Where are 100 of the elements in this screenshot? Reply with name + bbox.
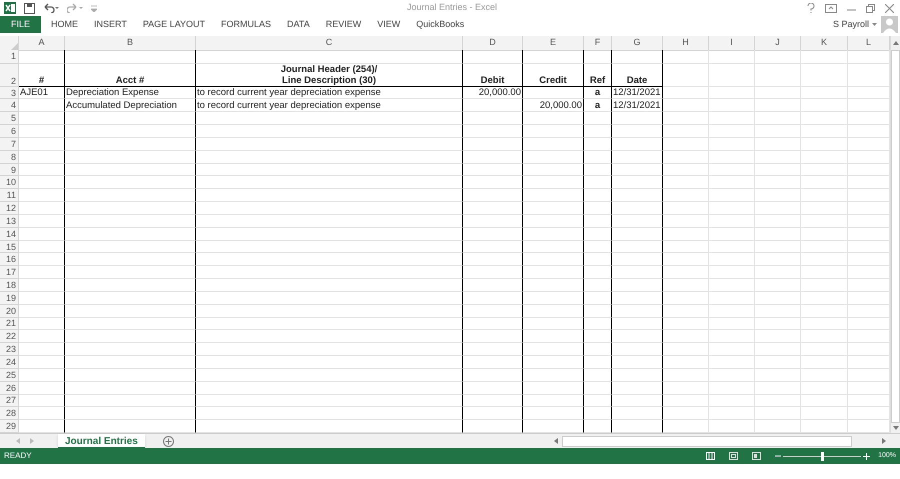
undo-icon[interactable] bbox=[43, 3, 59, 13]
row-header[interactable]: 22 bbox=[0, 330, 19, 344]
row-header[interactable]: 21 bbox=[0, 318, 19, 330]
table-cell bbox=[523, 279, 584, 292]
ribbon-tab[interactable]: VIEW bbox=[371, 16, 406, 33]
file-tab[interactable]: FILE bbox=[0, 16, 41, 33]
close-icon[interactable] bbox=[885, 4, 894, 12]
row-header[interactable]: 9 bbox=[0, 164, 19, 176]
row-header[interactable]: 6 bbox=[0, 125, 19, 138]
customize-caret-icon[interactable] bbox=[91, 4, 97, 12]
table-cell bbox=[523, 202, 584, 215]
row-header[interactable]: 27 bbox=[0, 394, 19, 408]
sheet-tab[interactable]: Journal Entries bbox=[58, 434, 145, 448]
table-cell bbox=[663, 86, 709, 100]
page-break-view-icon[interactable] bbox=[752, 452, 762, 460]
caret-icon[interactable] bbox=[872, 22, 877, 26]
row-header[interactable]: 2 bbox=[0, 64, 19, 87]
table-cell bbox=[612, 176, 663, 190]
scrollbar-thumb[interactable] bbox=[891, 50, 900, 423]
excel-logo-icon[interactable] bbox=[4, 2, 16, 14]
ribbon-tab[interactable]: DATA bbox=[281, 16, 316, 33]
row-header[interactable]: 19 bbox=[0, 292, 19, 305]
column-header[interactable]: D bbox=[463, 36, 523, 50]
ribbon-tab[interactable]: REVIEW bbox=[320, 16, 368, 33]
table-cell bbox=[584, 228, 612, 241]
column-header[interactable]: F bbox=[584, 36, 612, 50]
column-header[interactable]: C bbox=[196, 36, 463, 50]
zoom-slider-thumb[interactable] bbox=[820, 452, 824, 460]
row-header[interactable]: 29 bbox=[0, 420, 19, 434]
table-cell bbox=[755, 164, 801, 176]
table-cell bbox=[19, 279, 65, 292]
row-header[interactable]: 25 bbox=[0, 368, 19, 382]
row-header[interactable]: 11 bbox=[0, 189, 19, 202]
ribbon-tab[interactable]: PAGE LAYOUT bbox=[136, 16, 212, 33]
ribbon-tab[interactable]: INSERT bbox=[88, 16, 133, 33]
column-header[interactable]: K bbox=[801, 36, 848, 50]
horizontal-scrollbar[interactable] bbox=[562, 436, 852, 446]
row-header[interactable]: 26 bbox=[0, 382, 19, 395]
row-header[interactable]: 15 bbox=[0, 240, 19, 254]
scroll-up-icon[interactable] bbox=[892, 41, 898, 45]
table-cell bbox=[755, 330, 801, 344]
zoom-in-icon[interactable] bbox=[863, 452, 870, 460]
vertical-scrollbar[interactable] bbox=[890, 36, 900, 433]
triangle-icon bbox=[11, 42, 18, 50]
scroll-left-icon[interactable] bbox=[554, 438, 558, 444]
row-header[interactable]: 1 bbox=[0, 50, 19, 64]
table-cell bbox=[755, 99, 801, 112]
redo-icon[interactable] bbox=[67, 3, 83, 13]
column-header[interactable]: E bbox=[523, 36, 584, 50]
ribbon-tab[interactable]: QuickBooks bbox=[410, 16, 470, 33]
scroll-down-icon[interactable] bbox=[892, 426, 898, 430]
table-cell bbox=[463, 356, 523, 369]
table-cell bbox=[612, 394, 663, 408]
normal-view-icon[interactable] bbox=[706, 452, 716, 460]
row-header[interactable]: 28 bbox=[0, 407, 19, 420]
table-cell bbox=[709, 318, 755, 330]
user-name[interactable]: S Payroll bbox=[832, 18, 869, 32]
column-header[interactable]: I bbox=[709, 36, 755, 50]
row-header[interactable]: 24 bbox=[0, 356, 19, 369]
table-cell bbox=[584, 214, 612, 228]
row-header[interactable]: 8 bbox=[0, 150, 19, 164]
ribbon-display-icon[interactable] bbox=[825, 4, 837, 12]
row-header[interactable]: 12 bbox=[0, 202, 19, 215]
zoom-slider[interactable] bbox=[783, 452, 862, 460]
restore-icon[interactable] bbox=[866, 4, 875, 12]
row-header[interactable]: 14 bbox=[0, 228, 19, 241]
row-header[interactable]: 5 bbox=[0, 112, 19, 126]
column-header[interactable]: B bbox=[65, 36, 196, 50]
row-header[interactable]: 3 bbox=[0, 86, 19, 100]
row-header[interactable]: 13 bbox=[0, 214, 19, 228]
table-cell bbox=[463, 394, 523, 408]
table-cell bbox=[463, 368, 523, 382]
row-header[interactable]: 18 bbox=[0, 279, 19, 292]
table-cell bbox=[709, 407, 755, 420]
add-sheet-icon[interactable] bbox=[162, 436, 174, 446]
column-header[interactable]: A bbox=[19, 36, 65, 50]
row-header[interactable]: 4 bbox=[0, 99, 19, 112]
column-header[interactable]: L bbox=[848, 36, 890, 50]
ribbon-tab[interactable]: FORMULAS bbox=[215, 16, 278, 33]
table-cell bbox=[663, 318, 709, 330]
help-icon[interactable] bbox=[807, 3, 815, 13]
zoom-out-icon[interactable] bbox=[775, 453, 782, 459]
scroll-right-icon[interactable] bbox=[882, 438, 886, 444]
column-header[interactable]: J bbox=[755, 36, 801, 50]
table-cell bbox=[584, 164, 612, 176]
row-header[interactable]: 23 bbox=[0, 343, 19, 356]
table-cell bbox=[584, 330, 612, 344]
table-cell bbox=[19, 99, 65, 112]
ribbon-tab[interactable]: HOME bbox=[45, 16, 84, 33]
row-header[interactable]: 20 bbox=[0, 304, 19, 318]
row-header[interactable]: 7 bbox=[0, 138, 19, 151]
row-header[interactable]: 10 bbox=[0, 176, 19, 190]
row-header[interactable]: 16 bbox=[0, 253, 19, 266]
row-header[interactable]: 17 bbox=[0, 266, 19, 280]
page-layout-view-icon[interactable] bbox=[729, 452, 738, 460]
column-header[interactable]: G bbox=[612, 36, 663, 50]
table-cell bbox=[612, 240, 663, 254]
save-icon[interactable] bbox=[24, 2, 35, 14]
column-header[interactable]: H bbox=[663, 36, 709, 50]
table-cell bbox=[801, 50, 848, 64]
